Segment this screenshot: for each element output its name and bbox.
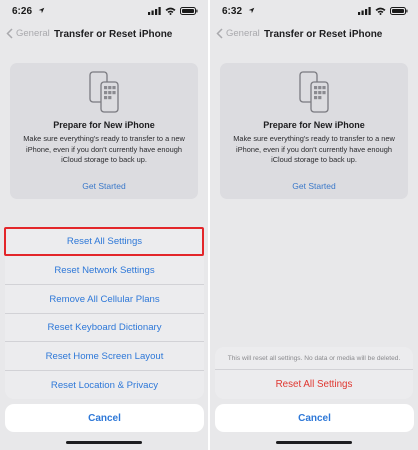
status-bar: 6:26 <box>0 0 208 22</box>
confirm-message: This will reset all settings. No data or… <box>215 347 413 370</box>
nav-bar: General Transfer or Reset iPhone <box>210 26 418 46</box>
home-indicator <box>66 441 142 444</box>
status-icons <box>358 7 408 15</box>
chevron-left-icon <box>6 28 13 39</box>
back-label: General <box>226 28 260 39</box>
confirm-sheet: This will reset all settings. No data or… <box>215 347 413 399</box>
cancel-button[interactable]: Cancel <box>215 404 414 432</box>
status-icons <box>148 7 198 15</box>
page-title: Transfer or Reset iPhone <box>264 29 383 40</box>
chevron-left-icon <box>216 28 223 39</box>
get-started-link[interactable]: Get Started <box>10 181 198 191</box>
iphone-transfer-icon <box>299 71 329 113</box>
card-description: Make sure everything's ready to transfer… <box>23 134 185 164</box>
home-indicator <box>276 441 352 444</box>
location-arrow-icon <box>248 7 255 14</box>
page-title: Transfer or Reset iPhone <box>54 29 173 40</box>
prepare-card: Prepare for New iPhone Make sure everyth… <box>220 63 408 199</box>
card-description: Make sure everything's ready to transfer… <box>233 134 395 164</box>
wifi-icon <box>375 7 386 15</box>
wifi-icon <box>165 7 176 15</box>
signal-icon <box>148 7 161 15</box>
prepare-card: Prepare for New iPhone Make sure everyth… <box>10 63 198 199</box>
back-button[interactable]: General <box>6 28 50 39</box>
status-time: 6:26 <box>12 6 33 17</box>
cancel-button[interactable]: Cancel <box>5 404 204 432</box>
card-title: Prepare for New iPhone <box>53 120 155 130</box>
location-arrow-icon <box>38 7 45 14</box>
reset-location-privacy-option[interactable]: Reset Location & Privacy <box>5 371 204 399</box>
left-screen: 6:26 General Transfer or Reset iPhone Pr… <box>0 0 208 450</box>
battery-icon <box>390 7 408 15</box>
reset-action-sheet: Reset All Settings Reset Network Setting… <box>5 227 204 399</box>
status-bar: 6:32 <box>210 0 418 22</box>
back-label: General <box>16 28 50 39</box>
reset-home-screen-layout-option[interactable]: Reset Home Screen Layout <box>5 342 204 371</box>
signal-icon <box>358 7 371 15</box>
confirm-reset-all-settings-button[interactable]: Reset All Settings <box>215 370 413 399</box>
back-button[interactable]: General <box>216 28 260 39</box>
battery-icon <box>180 7 198 15</box>
remove-cellular-plans-option[interactable]: Remove All Cellular Plans <box>5 285 204 314</box>
reset-keyboard-dictionary-option[interactable]: Reset Keyboard Dictionary <box>5 313 204 342</box>
right-screen: 6:32 General Transfer or Reset iPhone Pr… <box>210 0 418 450</box>
get-started-link[interactable]: Get Started <box>220 181 408 191</box>
status-time: 6:32 <box>222 6 243 17</box>
reset-all-settings-option[interactable]: Reset All Settings <box>5 227 204 256</box>
reset-network-settings-option[interactable]: Reset Network Settings <box>5 256 204 285</box>
card-title: Prepare for New iPhone <box>263 120 365 130</box>
iphone-transfer-icon <box>89 71 119 113</box>
nav-bar: General Transfer or Reset iPhone <box>0 26 208 46</box>
